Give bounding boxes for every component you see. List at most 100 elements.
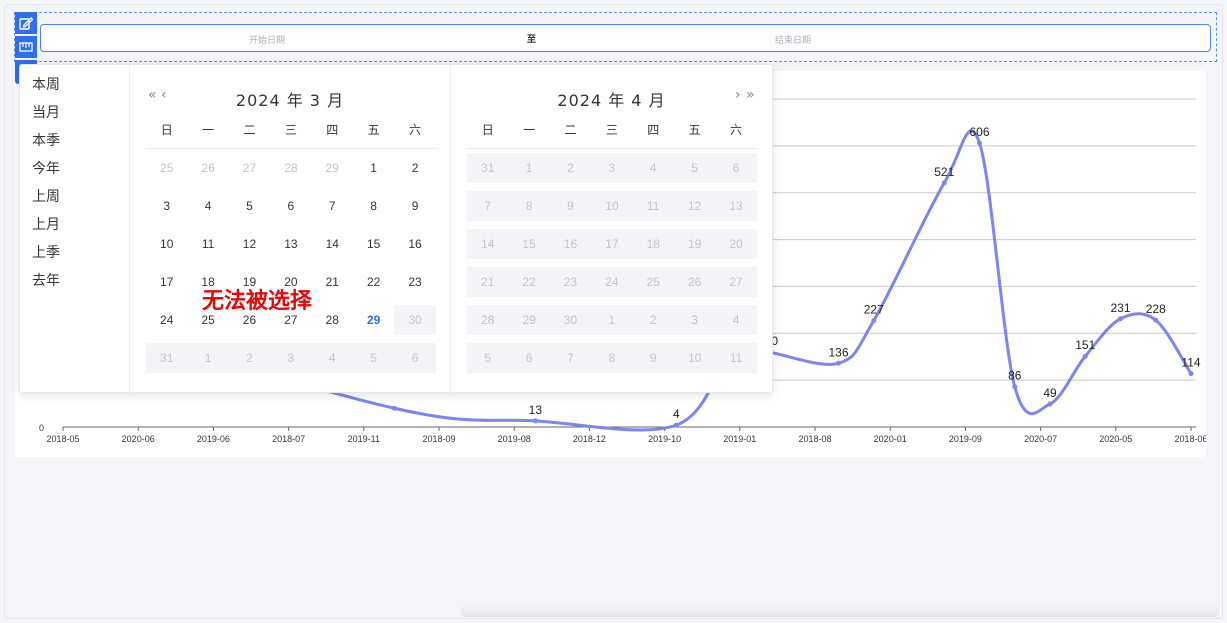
date-cell[interactable]: 15	[353, 229, 394, 259]
date-cell[interactable]: 7	[312, 191, 353, 221]
shortcut-item[interactable]: 上季	[20, 242, 129, 270]
edit-button[interactable]	[15, 12, 37, 34]
date-cell: 11	[715, 343, 757, 373]
x-tick-label: 2019-06	[197, 434, 230, 444]
date-cell[interactable]: 2	[394, 153, 435, 183]
weekday-label: 日	[481, 123, 494, 137]
start-date-input[interactable]: 开始日期	[249, 33, 285, 46]
shortcut-item[interactable]: 本季	[20, 130, 129, 158]
date-cell[interactable]: 10	[146, 229, 187, 259]
weekday-label: 四	[326, 123, 339, 137]
date-cell[interactable]: 22	[353, 267, 394, 297]
shortcut-item[interactable]: 上月	[20, 214, 129, 242]
divider	[467, 148, 757, 149]
date-cell[interactable]: 9	[394, 191, 435, 221]
data-point[interactable]	[391, 405, 397, 411]
data-label: 114	[1181, 356, 1200, 370]
date-cell: 8	[508, 191, 550, 221]
shortcut-item[interactable]: 上周	[20, 186, 129, 214]
date-cell[interactable]: 29	[312, 153, 353, 183]
edit-icon	[19, 17, 34, 30]
date-cell: 6	[715, 153, 757, 183]
date-cell[interactable]: 11	[187, 229, 228, 259]
date-cell[interactable]: 28	[312, 305, 353, 335]
date-range-input[interactable]: 开始日期 至 结束日期	[40, 24, 1211, 52]
data-label: 521	[934, 165, 954, 179]
data-label: 606	[969, 125, 989, 139]
date-cell[interactable]: 5	[229, 191, 270, 221]
data-label: 4	[673, 407, 680, 421]
weekday-label: 五	[367, 123, 380, 137]
right-panel-title: 2024 年 4 月	[557, 91, 666, 110]
date-cell[interactable]: 6	[270, 191, 311, 221]
date-cell: 1	[187, 343, 229, 373]
date-cell[interactable]: 25	[146, 153, 187, 183]
data-point[interactable]	[1082, 353, 1088, 359]
weekday-header: 日一二三四五六	[146, 121, 436, 138]
data-point[interactable]	[836, 360, 841, 366]
date-cell[interactable]: 17	[146, 267, 187, 297]
date-cell: 8	[591, 343, 633, 373]
ruler-button[interactable]	[15, 36, 37, 58]
data-point[interactable]	[871, 318, 877, 324]
shortcut-item[interactable]: 本周	[20, 74, 129, 102]
date-cell: 28	[467, 305, 509, 335]
shortcut-item[interactable]: 当月	[20, 102, 129, 130]
date-cell-today[interactable]: 29	[353, 305, 394, 335]
data-point[interactable]	[977, 140, 982, 146]
data-point[interactable]	[1188, 371, 1194, 377]
data-point[interactable]	[532, 418, 538, 424]
date-cell: 30	[549, 305, 592, 335]
date-cell: 17	[591, 229, 633, 259]
date-cell: 9	[549, 191, 592, 221]
data-label: 13	[529, 403, 543, 417]
date-cell[interactable]: 26	[187, 153, 228, 183]
date-cell: 22	[508, 267, 550, 297]
x-tick-label: 2020-07	[1024, 434, 1057, 444]
y-tick-label: 0	[39, 423, 44, 433]
date-cell: 3	[591, 153, 633, 183]
date-cell: 4	[311, 343, 353, 373]
date-cell[interactable]: 23	[394, 267, 435, 297]
date-cell[interactable]: 21	[312, 267, 353, 297]
data-point[interactable]	[1012, 384, 1018, 390]
data-label: 228	[1146, 302, 1166, 316]
date-cell[interactable]: 4	[187, 191, 228, 221]
shadow	[460, 603, 1220, 617]
date-cell[interactable]: 24	[146, 305, 187, 335]
x-tick-label: 2018-09	[422, 434, 455, 444]
weekday-label: 二	[243, 123, 256, 137]
weekday-label: 三	[605, 123, 618, 137]
shortcut-item[interactable]: 去年	[20, 270, 129, 298]
data-point[interactable]	[673, 422, 679, 428]
data-point[interactable]	[1153, 317, 1159, 323]
date-cell: 1	[508, 153, 550, 183]
data-point[interactable]	[941, 180, 947, 186]
date-cell[interactable]: 13	[270, 229, 311, 259]
data-point[interactable]	[1047, 401, 1053, 407]
data-point[interactable]	[1118, 316, 1123, 322]
date-cell[interactable]: 14	[312, 229, 353, 259]
date-cell: 27	[715, 267, 757, 297]
date-cell: 10	[673, 343, 716, 373]
date-cell[interactable]: 16	[394, 229, 435, 259]
date-cell: 2	[228, 343, 271, 373]
date-cell[interactable]: 12	[229, 229, 270, 259]
date-cell: 12	[673, 191, 716, 221]
range-separator: 至	[527, 34, 537, 44]
end-date-input[interactable]: 结束日期	[775, 33, 811, 46]
date-cell[interactable]: 8	[353, 191, 394, 221]
data-label: 49	[1043, 386, 1057, 400]
ruler-icon	[19, 42, 33, 52]
date-cell: 3	[673, 305, 716, 335]
date-cell: 5	[352, 343, 395, 373]
x-tick-label: 2020-01	[874, 434, 907, 444]
date-cell[interactable]: 27	[229, 153, 270, 183]
shortcut-item[interactable]: 今年	[20, 158, 129, 186]
date-cell[interactable]: 28	[270, 153, 311, 183]
x-tick-label: 2019-11	[348, 434, 380, 444]
x-tick-label: 2018-06	[1174, 434, 1206, 444]
date-cell[interactable]: 1	[353, 153, 394, 183]
date-cell: 10	[591, 191, 633, 221]
date-cell[interactable]: 3	[146, 191, 187, 221]
